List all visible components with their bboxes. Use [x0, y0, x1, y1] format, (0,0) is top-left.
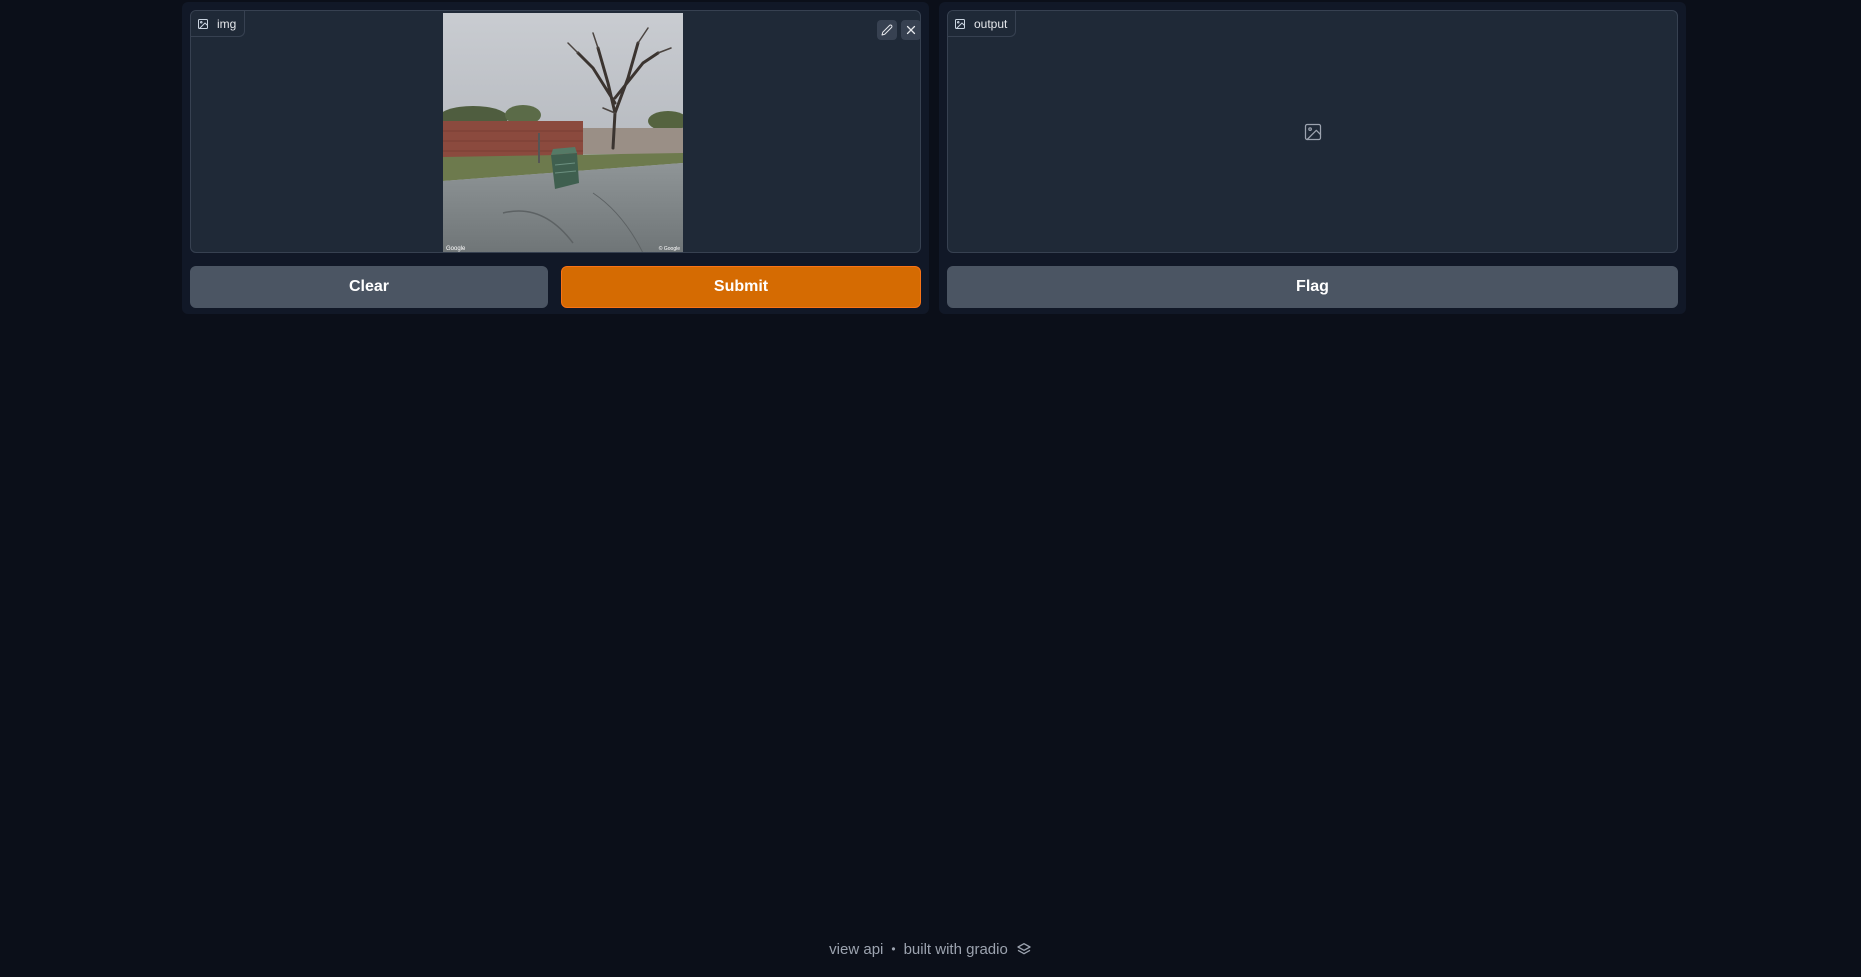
footer-separator: •: [891, 942, 896, 956]
empty-image-icon: [1303, 122, 1323, 142]
image-icon: [954, 18, 966, 30]
input-label-chip: img: [191, 11, 246, 37]
input-panel: img Google © Google Clear Submit: [182, 2, 929, 314]
clear-image-button[interactable]: [901, 20, 920, 40]
built-with-gradio-link[interactable]: built with gradio: [904, 941, 1008, 958]
view-api-link[interactable]: view api: [829, 941, 883, 958]
submit-button[interactable]: Submit: [561, 266, 921, 308]
image-output: output: [947, 10, 1678, 253]
output-label-chip: output: [948, 11, 1017, 37]
output-panel: output Flag: [939, 2, 1686, 314]
gradio-logo-icon: [1016, 941, 1032, 957]
photo-watermark-left: Google: [446, 246, 466, 252]
edit-button[interactable]: [877, 20, 897, 40]
image-icon: [197, 18, 209, 30]
flag-button[interactable]: Flag: [947, 266, 1678, 308]
output-label: output: [974, 16, 1008, 31]
image-input[interactable]: img Google © Google: [190, 10, 921, 253]
photo-watermark-right: © Google: [658, 246, 680, 252]
close-icon: [905, 24, 917, 36]
input-label: img: [217, 16, 237, 31]
footer: view api • built with gradio: [0, 938, 1861, 960]
uploaded-photo: Google © Google: [443, 13, 683, 252]
pencil-icon: [881, 24, 893, 36]
clear-button[interactable]: Clear: [190, 266, 548, 308]
